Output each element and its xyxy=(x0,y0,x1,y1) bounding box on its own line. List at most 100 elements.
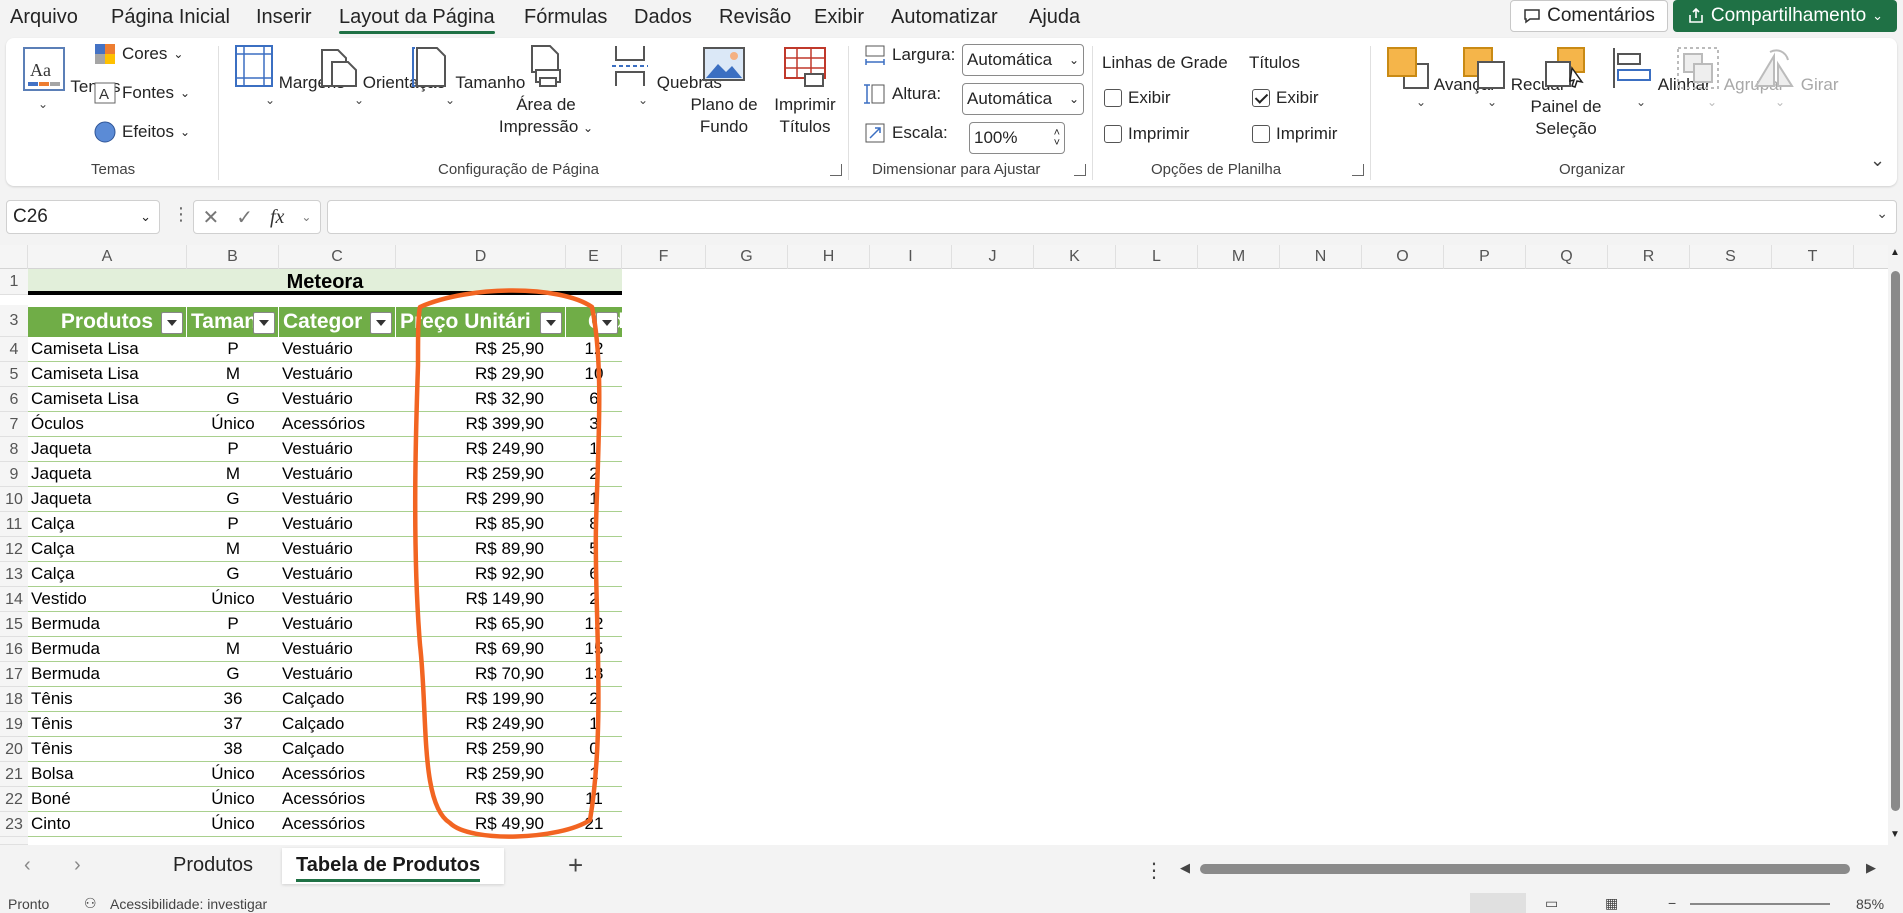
scale-spinner[interactable]: 100% ˄ ˅ xyxy=(969,122,1065,154)
headings-view-checkbox[interactable]: Exibir xyxy=(1252,88,1319,108)
size-button[interactable]: Tamanho ⌄ xyxy=(411,44,525,107)
cancel-icon[interactable]: ✕ xyxy=(202,205,219,230)
insert-function-icon[interactable]: fx xyxy=(270,206,284,229)
print-titles-label-line2: Títulos xyxy=(779,117,831,136)
accessibility-icon: ⚇ xyxy=(84,895,97,911)
add-sheet-icon[interactable]: + xyxy=(568,850,583,881)
print-titles-icon xyxy=(784,47,826,87)
sheet-tab-produtos[interactable]: Produtos xyxy=(173,854,253,877)
menu-inserir[interactable]: Inserir xyxy=(256,6,312,29)
group-objects-icon xyxy=(1677,47,1719,89)
spinner-arrows-icon[interactable]: ˄ ˅ xyxy=(1054,128,1060,149)
menu-exibir[interactable]: Exibir xyxy=(814,6,864,29)
scroll-right-arrow-icon[interactable]: ▶ xyxy=(1866,860,1876,876)
rotate-icon xyxy=(1754,49,1794,87)
send-backward-icon xyxy=(1463,47,1505,89)
accessibility-status[interactable]: Acessibilidade: investigar xyxy=(110,896,267,912)
print-titles-button[interactable]: Imprimir Títulos xyxy=(766,44,844,138)
name-box-value: C26 xyxy=(13,206,48,227)
group-button[interactable]: Agrupar ⌄ xyxy=(1676,46,1784,109)
ribbon-collapse-chevron-icon[interactable]: ⌄ xyxy=(1870,150,1885,171)
menu-ajuda[interactable]: Ajuda xyxy=(1029,6,1080,29)
zoom-out-icon[interactable]: − xyxy=(1668,895,1676,911)
chevron-down-icon: ⌄ xyxy=(301,210,312,224)
print-area-button[interactable]: Área de Impressão ⌄ xyxy=(496,44,596,139)
scale-dialog-launcher-icon[interactable] xyxy=(1074,164,1086,176)
size-icon xyxy=(412,47,446,87)
menu-automatizar[interactable]: Automatizar xyxy=(891,6,998,29)
share-button[interactable]: Compartilhamento ⌄ xyxy=(1673,0,1897,32)
colors-button[interactable]: Cores ⌄ xyxy=(94,43,183,65)
page-layout-view-icon[interactable]: ▭ xyxy=(1545,895,1558,912)
zoom-slider[interactable] xyxy=(1690,903,1830,905)
menu-layout-da-pagina[interactable]: Layout da Página xyxy=(339,6,495,34)
comment-icon xyxy=(1524,9,1540,24)
width-dropdown[interactable]: Automática ⌄ xyxy=(962,44,1084,76)
themes-button[interactable]: Aa Temas ⌄ xyxy=(22,46,121,110)
scroll-up-arrow-icon[interactable]: ▲ xyxy=(1890,247,1900,258)
enter-check-icon[interactable]: ✓ xyxy=(236,205,253,230)
effects-button[interactable]: Efeitos ⌄ xyxy=(94,121,190,143)
align-button[interactable]: Alinhar ⌄ xyxy=(1610,46,1711,108)
orientation-button[interactable]: Orientação ⌄ xyxy=(314,44,446,106)
bring-forward-button[interactable]: Avançar ⌄ xyxy=(1386,46,1496,108)
width-icon xyxy=(865,45,885,65)
checkbox-icon xyxy=(1104,89,1122,107)
menu-formulas[interactable]: Fórmulas xyxy=(524,6,607,29)
height-label: Altura: xyxy=(892,84,942,103)
sheet-tab-bar: ‹ › Produtos Tabela de Produtos + ⋮ ◀ ▶ xyxy=(0,848,1903,888)
more-options-icon[interactable]: ⋮ xyxy=(1144,858,1164,883)
selection-pane-icon xyxy=(1545,47,1585,88)
chevron-down-icon: ⌄ xyxy=(1774,95,1786,109)
breaks-button[interactable]: Quebras ⌄ xyxy=(608,44,722,107)
chevron-down-icon: ⌄ xyxy=(1706,95,1718,109)
more-options-icon[interactable]: ⋮ xyxy=(172,204,190,225)
page-setup-dialog-launcher-icon[interactable] xyxy=(830,164,842,176)
sheet-tab-tabela-de-produtos[interactable]: Tabela de Produtos xyxy=(282,848,504,884)
margins-button[interactable]: Margens ⌄ xyxy=(234,44,345,106)
worksheet-grid[interactable]: ABCDEFGHIJKLMNOPQRST 1 3 Meteora Produtos Ta… xyxy=(0,245,1888,845)
chevron-down-icon: ⌄ xyxy=(173,47,184,61)
rotate-button[interactable]: Girar ⌄ xyxy=(1752,46,1839,109)
background-button[interactable]: Plano de Fundo xyxy=(686,44,762,138)
vertical-scrollbar[interactable]: ▲ ▼ xyxy=(1888,245,1903,845)
formula-input[interactable]: ⌄ xyxy=(327,200,1897,234)
menu-pagina-inicial[interactable]: Página Inicial xyxy=(111,6,230,29)
align-icon xyxy=(1613,48,1651,88)
chevron-down-icon: ⌄ xyxy=(444,93,456,107)
prev-sheet-arrow-icon[interactable]: ‹ xyxy=(24,854,31,877)
gridlines-print-checkbox[interactable]: Imprimir xyxy=(1104,124,1189,144)
headings-print-checkbox[interactable]: Imprimir xyxy=(1252,124,1337,144)
fonts-button[interactable]: A Fontes ⌄ xyxy=(94,82,190,104)
gridlines-view-checkbox[interactable]: Exibir xyxy=(1104,88,1171,108)
sheet-options-dialog-launcher-icon[interactable] xyxy=(1352,164,1364,176)
menu-dados[interactable]: Dados xyxy=(634,6,692,29)
checkbox-icon xyxy=(1252,125,1270,143)
colors-label: Cores xyxy=(122,44,168,63)
next-sheet-arrow-icon[interactable]: › xyxy=(74,854,81,877)
height-dropdown[interactable]: Automática ⌄ xyxy=(962,83,1084,115)
send-backward-button[interactable]: Recuar ⌄ xyxy=(1462,46,1566,108)
background-label-line1: Plano de xyxy=(690,95,758,114)
height-control: Altura: xyxy=(864,83,941,105)
vertical-scroll-thumb[interactable] xyxy=(1891,271,1900,811)
horizontal-scroll-thumb[interactable] xyxy=(1200,864,1850,874)
page-break-view-icon[interactable]: ▦ xyxy=(1605,895,1618,912)
status-ready: Pronto xyxy=(8,896,50,912)
expand-formula-chevron-icon[interactable]: ⌄ xyxy=(1876,205,1888,222)
scroll-down-arrow-icon[interactable]: ▼ xyxy=(1890,829,1900,840)
menu-revisao[interactable]: Revisão xyxy=(719,6,791,29)
themes-icon: Aa xyxy=(23,47,65,91)
normal-view-button[interactable] xyxy=(1470,893,1526,913)
checkbox-icon xyxy=(1104,125,1122,143)
width-control: Largura: xyxy=(864,44,955,66)
chevron-down-icon: ⌄ xyxy=(140,209,151,224)
menu-bar: Arquivo Página Inicial Inserir Layout da… xyxy=(0,0,1903,34)
menu-arquivo[interactable]: Arquivo xyxy=(10,6,78,29)
chevron-down-icon: ⌄ xyxy=(637,93,649,107)
comments-button[interactable]: Comentários xyxy=(1510,0,1668,32)
selection-pane-button[interactable]: Painel de Seleção xyxy=(1526,46,1606,140)
scroll-left-arrow-icon[interactable]: ◀ xyxy=(1180,860,1190,876)
zoom-level[interactable]: 85% xyxy=(1856,896,1884,912)
name-box[interactable]: C26 ⌄ xyxy=(6,200,160,234)
